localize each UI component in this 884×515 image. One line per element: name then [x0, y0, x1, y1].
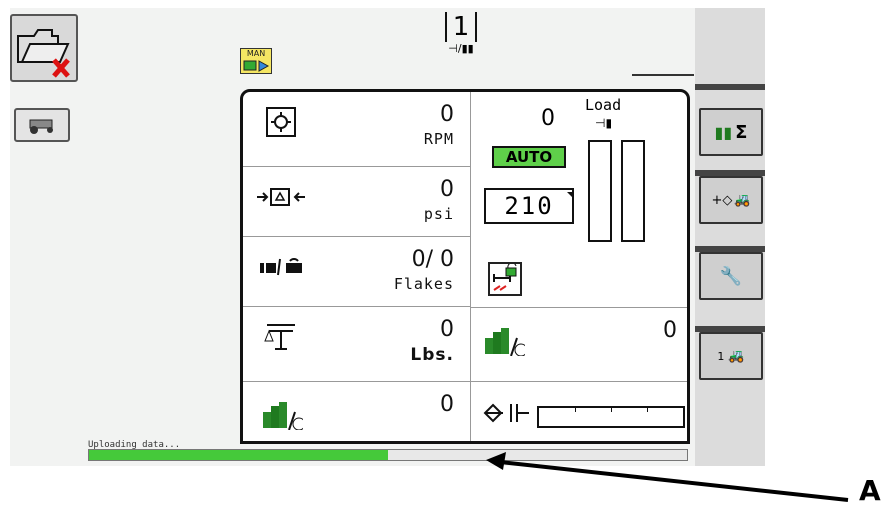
total-button[interactable]: ▮▮ Σ [699, 108, 763, 156]
add-implement-button[interactable]: +◇ 🚜 [699, 176, 763, 224]
setpoint-marker [567, 192, 573, 198]
knotter-icon [483, 400, 533, 430]
callout-label: A [859, 474, 881, 507]
weight-cell: 0 Lbs. [243, 307, 470, 382]
right-separator [695, 84, 765, 90]
bale-stack-icon: ▮▮ [714, 122, 733, 142]
rate-cell: 0 [471, 307, 687, 382]
rate-value: 0 [663, 318, 677, 343]
scale-icon [251, 317, 311, 357]
counter-value: 1 [444, 12, 478, 42]
main-panel: 0 RPM 0 psi 0/ 0 Flakes 0 Lbs. 0 0 Load … [240, 89, 690, 444]
add-implement-label: +◇ [711, 192, 733, 208]
load-gauge-right [621, 140, 645, 242]
tractor-icon [29, 119, 53, 134]
unlock-icon [493, 262, 517, 291]
setpoint-input[interactable]: 210 [484, 188, 574, 224]
machine-number: 1 [717, 349, 725, 363]
mode-badge: MAN [240, 48, 272, 74]
top-right-tab [632, 74, 694, 76]
screen-play-icon [243, 60, 270, 72]
rpm-icon [251, 102, 311, 142]
machine-select-button[interactable]: 1 🚜 [699, 332, 763, 380]
bale-timer-icon [473, 318, 533, 358]
flakes-unit: Flakes [393, 275, 454, 293]
rpm-cell: 0 RPM [243, 92, 470, 167]
flakes-value: 0/ 0 [411, 247, 454, 272]
flakes-cell: 0/ 0 Flakes [243, 237, 470, 307]
auto-button[interactable]: AUTO [492, 146, 566, 168]
bale-counter: 1 ⊣/▮▮ [436, 12, 486, 55]
mode-label: MAN [246, 49, 266, 58]
folder-delete-icon [17, 29, 70, 78]
tractor-small-icon: 🚜 [728, 348, 745, 364]
weight-unit: Lbs. [410, 345, 454, 365]
machine-button[interactable] [14, 108, 70, 142]
settings-button[interactable]: 🔧 [699, 252, 763, 300]
upload-progress-fill [89, 450, 388, 460]
left-pane [10, 8, 238, 466]
flakes-icon [251, 247, 311, 287]
rpm-unit: RPM [423, 130, 454, 148]
load-icon: ⊣▮ [595, 116, 613, 130]
weight-value: 0 [440, 317, 454, 342]
right-pane: ▮▮ Σ +◇ 🚜 🔧 1 🚜 [695, 8, 765, 466]
load-gauge-left [588, 140, 612, 242]
terminal-screen: MAN 1 ⊣/▮▮ 0 RPM 0 psi 0/ 0 Flakes 0 Lbs… [10, 8, 765, 466]
counter-caption: ⊣/▮▮ [448, 42, 474, 55]
tractor-small-icon: 🚜 [734, 192, 751, 208]
sigma-label: Σ [735, 121, 748, 143]
folder-delete-button[interactable] [10, 14, 78, 82]
rpm-value: 0 [440, 102, 454, 127]
pressure-cell: 0 psi [243, 167, 470, 237]
pressure-icon [251, 177, 311, 217]
bottom-left-cell: 0 [243, 382, 470, 441]
load-label: Load [585, 96, 622, 114]
knotter-gauge [537, 406, 685, 428]
panel-divider [470, 92, 471, 441]
bottom-left-value: 0 [440, 392, 454, 417]
unlock-button[interactable] [488, 262, 522, 296]
wrench-icon: 🔧 [719, 265, 743, 287]
psi-value: 0 [440, 177, 454, 202]
load-value: 0 [541, 106, 555, 131]
psi-unit: psi [423, 205, 454, 223]
bale-rate-icon [251, 392, 311, 432]
upload-progress-bar [88, 449, 688, 461]
